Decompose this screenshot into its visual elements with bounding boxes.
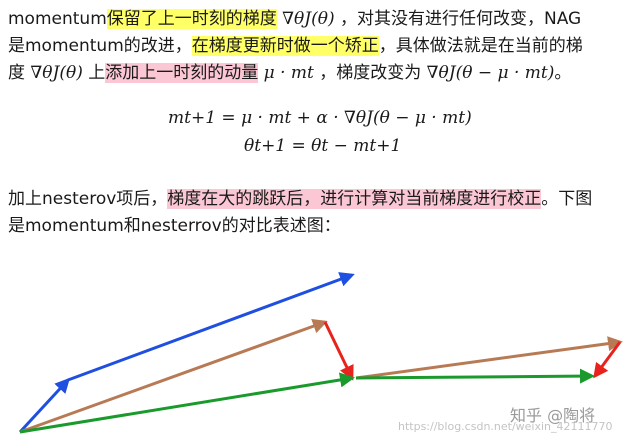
momentum-vs-nesterov-diagram <box>18 272 623 434</box>
arrow-brown-second <box>355 336 623 380</box>
arrow-red-first <box>323 321 354 381</box>
arrow-green-first <box>19 372 355 434</box>
watermark-main: 知乎 @陶将 <box>510 406 596 425</box>
arrow-red-second <box>593 341 622 379</box>
arrow-green-second <box>355 368 595 384</box>
arrow-brown-first <box>19 319 328 434</box>
